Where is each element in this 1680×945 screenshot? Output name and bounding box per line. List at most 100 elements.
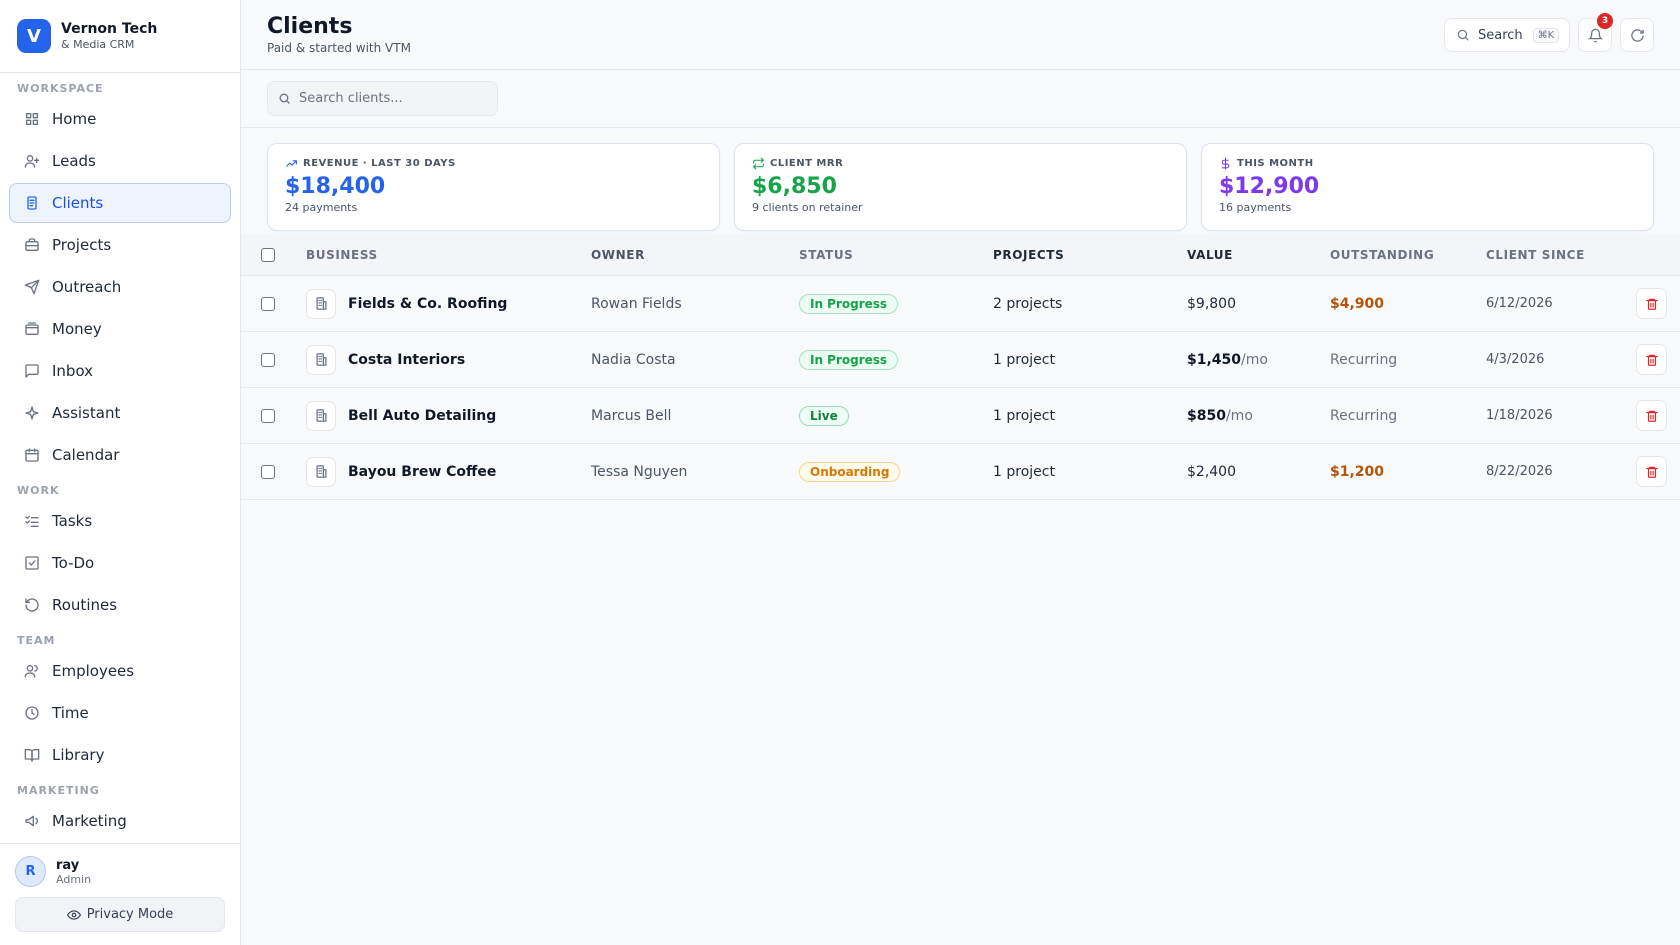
clock-icon-wrap (23, 704, 41, 722)
column-header-projects[interactable]: PROJECTS (993, 248, 1187, 262)
stat-sub: 16 payments (1219, 201, 1292, 214)
sidebar-item-marketing[interactable]: Marketing (9, 801, 231, 841)
sidebar: V Vernon Tech & Media CRM WORKSPACE Home L… (0, 0, 241, 945)
business-name[interactable]: Fields & Co. Roofing (348, 296, 507, 312)
business-name[interactable]: Costa Interiors (348, 352, 465, 368)
column-header-client-since[interactable]: CLIENT SINCE (1486, 248, 1636, 262)
sidebar-item-label: Tasks (52, 512, 93, 530)
sidebar-item-inbox[interactable]: Inbox (9, 351, 231, 391)
privacy-mode-label: Privacy Mode (86, 907, 174, 922)
refresh-button[interactable] (1620, 18, 1654, 52)
value-amount: $850 (1187, 407, 1226, 424)
building-icon (316, 297, 326, 310)
sidebar-item-time[interactable]: Time (9, 693, 231, 733)
column-header-status[interactable]: STATUS (799, 248, 993, 262)
column-header-value[interactable]: VALUE (1187, 248, 1330, 262)
owner-name: Marcus Bell (591, 407, 672, 424)
delete-button[interactable] (1636, 344, 1667, 375)
sidebar-item-to-do[interactable]: To-Do (9, 543, 231, 583)
sidebar-item-assistant[interactable]: Assistant (9, 393, 231, 433)
sparkle-icon-wrap (23, 404, 41, 422)
column-header-outstanding[interactable]: OUTSTANDING (1330, 248, 1486, 262)
business-name[interactable]: Bell Auto Detailing (348, 408, 496, 424)
select-all-checkbox[interactable] (261, 247, 275, 262)
page-header: Clients Paid & started with VTM Search ⌘… (241, 0, 1680, 70)
column-header-business[interactable]: BUSINESS (306, 248, 591, 262)
column-header-owner[interactable]: OWNER (591, 248, 799, 262)
trash-icon (1645, 466, 1658, 478)
notification-badge: 3 (1597, 13, 1613, 29)
stat-label: REVENUE · LAST 30 DAYS (303, 158, 456, 169)
outstanding-value: Recurring (1330, 351, 1398, 368)
sidebar-item-money[interactable]: Money (9, 309, 231, 349)
sidebar-item-label: Employees (52, 662, 135, 680)
main-content: Clients Paid & started with VTM Search ⌘… (241, 0, 1680, 945)
sidebar-item-library[interactable]: Library (9, 735, 231, 775)
stats-row: REVENUE · LAST 30 DAYS $18,400 24 payments… (267, 143, 1654, 231)
delete-button[interactable] (1636, 288, 1667, 319)
sidebar-item-calendar[interactable]: Calendar (9, 435, 231, 475)
search-icon (279, 93, 290, 104)
users-icon-wrap (23, 662, 41, 680)
sidebar-item-leads[interactable]: Leads (9, 141, 231, 181)
value-unit: /mo (1241, 351, 1268, 368)
privacy-mode-button[interactable]: Privacy Mode (15, 897, 225, 932)
row-checkbox[interactable] (261, 408, 275, 423)
global-search-button[interactable]: Search ⌘K (1444, 18, 1570, 52)
row-checkbox[interactable] (261, 352, 275, 367)
briefcase-icon (25, 238, 39, 251)
outstanding-value: Recurring (1330, 407, 1398, 424)
owner-name: Nadia Costa (591, 351, 676, 368)
message-icon (25, 364, 39, 378)
user-plus-icon-wrap (23, 152, 41, 170)
user-name: ray (56, 857, 80, 873)
sparkle-icon (25, 406, 39, 420)
stat-sub: 24 payments (285, 201, 358, 214)
search-clients-input[interactable] (299, 91, 489, 106)
user-profile[interactable]: R ray Admin (0, 844, 240, 887)
grid-icon-wrap (23, 110, 41, 128)
client-since-date: 1/18/2026 (1486, 408, 1553, 423)
sidebar-item-projects[interactable]: Projects (9, 225, 231, 265)
sidebar-item-routines[interactable]: Routines (9, 585, 231, 625)
value-amount: $1,450 (1187, 351, 1242, 368)
search-icon (1457, 29, 1469, 41)
brand[interactable]: V Vernon Tech & Media CRM (0, 0, 240, 73)
redo-icon (1630, 28, 1644, 42)
table-row[interactable]: Bell Auto Detailing Marcus Bell Live 1 proj… (241, 388, 1680, 444)
sidebar-item-outreach[interactable]: Outreach (9, 267, 231, 307)
sidebar-item-label: Assistant (52, 404, 121, 422)
nav-section-workspace: WORKSPACE (17, 82, 104, 95)
sidebar-item-home[interactable]: Home (9, 99, 231, 139)
table-row[interactable]: Fields & Co. Roofing Rowan Fields In Progr… (241, 276, 1680, 332)
sidebar-item-label: Routines (52, 596, 118, 614)
stat-card-this-month: THIS MONTH $12,900 16 payments (1201, 143, 1654, 231)
sidebar-item-label: Inbox (52, 362, 94, 380)
notifications-button[interactable]: 3 (1578, 13, 1613, 52)
dollar-icon (1221, 157, 1230, 170)
sidebar-footer: R ray Admin Privacy Mode (0, 843, 240, 945)
delete-button[interactable] (1636, 456, 1667, 487)
sidebar-item-clients[interactable]: Clients (9, 183, 231, 223)
document-icon (27, 196, 37, 210)
repeat-icon (753, 157, 764, 170)
table-row[interactable]: Costa Interiors Nadia Costa In Progress 1 p… (241, 332, 1680, 388)
clients-table: BUSINESS OWNER STATUS PROJECTS VALUE OUT… (241, 234, 1680, 500)
row-checkbox[interactable] (261, 296, 275, 311)
client-since-date: 4/3/2026 (1486, 352, 1545, 367)
outstanding-value: $1,200 (1330, 463, 1385, 480)
sidebar-item-employees[interactable]: Employees (9, 651, 231, 691)
search-field[interactable] (267, 81, 498, 116)
projects-count: 1 project (993, 463, 1055, 480)
stat-label: THIS MONTH (1237, 158, 1314, 169)
sidebar-item-tasks[interactable]: Tasks (9, 501, 231, 541)
business-name[interactable]: Bayou Brew Coffee (348, 464, 496, 480)
send-icon (24, 279, 40, 295)
delete-button[interactable] (1636, 400, 1667, 431)
stat-card-revenue-last-30-days: REVENUE · LAST 30 DAYS $18,400 24 payments (267, 143, 720, 231)
table-row[interactable]: Bayou Brew Coffee Tessa Nguyen Onboarding 1… (241, 444, 1680, 500)
owner-name: Rowan Fields (591, 295, 682, 312)
row-checkbox[interactable] (261, 464, 275, 479)
projects-count: 1 project (993, 351, 1055, 368)
sidebar-item-label: Outreach (52, 278, 122, 296)
